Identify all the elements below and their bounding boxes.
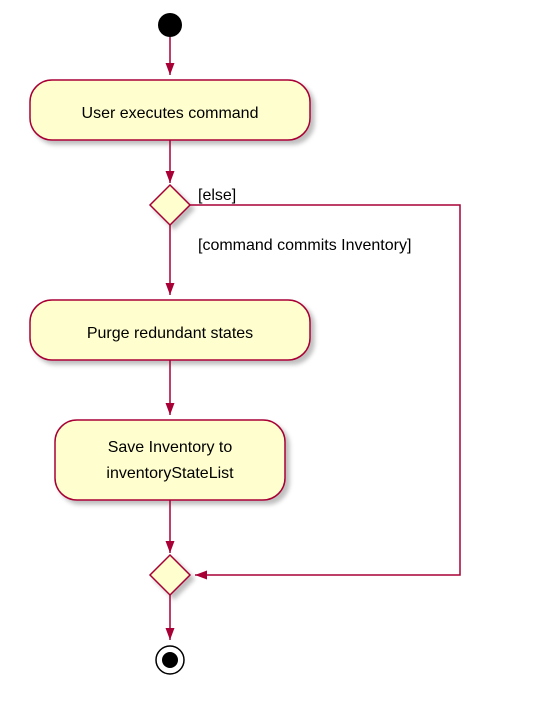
activity-save-inventory: Save Inventory to inventoryStateList bbox=[55, 420, 285, 500]
activity-user-executes-command: User executes command bbox=[30, 80, 310, 140]
activity-purge-redundant-states-label: Purge redundant states bbox=[87, 325, 253, 342]
guard-commits-label: [command commits Inventory] bbox=[198, 237, 411, 254]
activity-purge-redundant-states: Purge redundant states bbox=[30, 300, 310, 360]
end-node bbox=[156, 646, 184, 674]
decision-commits bbox=[150, 185, 190, 225]
activity-save-inventory-label-2: inventoryStateList bbox=[106, 465, 234, 482]
merge-node bbox=[150, 555, 190, 595]
activity-save-inventory-label-1: Save Inventory to bbox=[108, 439, 233, 456]
guard-else-label: [else] bbox=[198, 187, 236, 204]
edge-d1-else-d2 bbox=[190, 205, 460, 575]
start-node bbox=[158, 13, 182, 37]
activity-user-executes-command-label: User executes command bbox=[82, 105, 259, 122]
